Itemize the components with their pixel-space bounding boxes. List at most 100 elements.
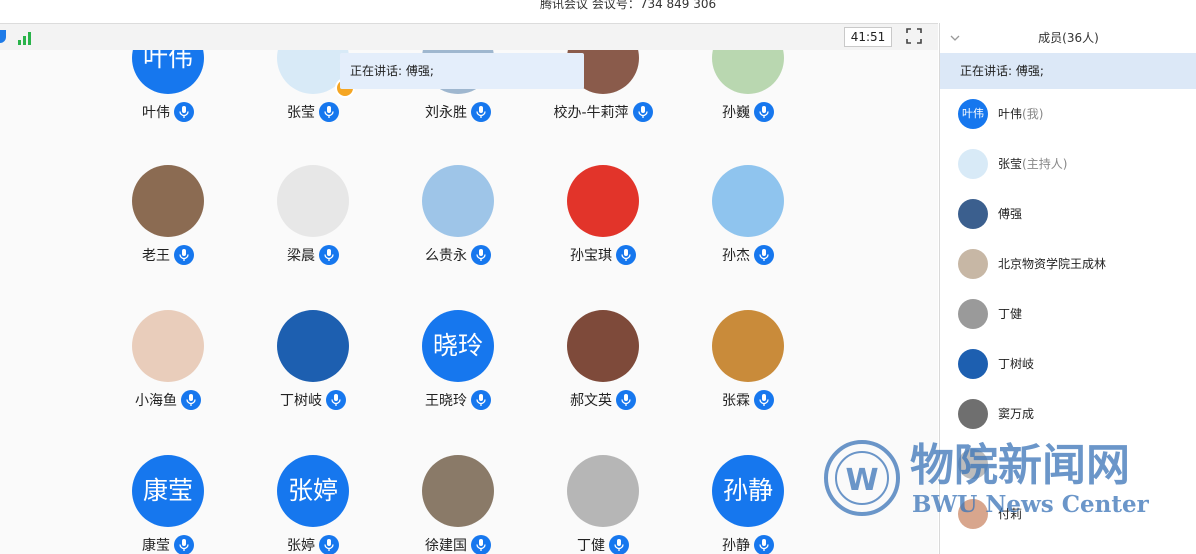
member-avatar [958,399,988,429]
microphone-icon[interactable] [319,245,339,265]
member-name-line: 叶伟(我) [998,89,1043,139]
participant-avatar: 叶伟 [132,50,204,94]
speaking-indicator-bubble: 正在讲话: 傅强; [340,53,584,89]
participant-label: 刘永胜 [388,102,528,122]
microphone-icon[interactable] [319,102,339,122]
member-avatar: 叶伟 [958,99,988,129]
participant-avatar [132,165,204,237]
participant-name: 郝文英 [570,393,612,409]
participant-name: 孙宝琪 [570,248,612,264]
member-name-line: 丁树岐 [998,339,1034,389]
member-avatar [958,449,988,479]
participant-label: 孙巍 [678,102,818,122]
microphone-icon[interactable] [174,102,194,122]
participant-label: 张莹 [243,102,383,122]
participant-avatar [277,165,349,237]
microphone-icon[interactable] [471,535,491,554]
participant-name: 小海鱼 [135,393,177,409]
participant-label: 张婷 [243,535,383,554]
member-row[interactable]: 张莹(主持人) [940,139,1196,189]
microphone-icon[interactable] [471,390,491,410]
member-name: 叶伟 [998,107,1023,121]
member-name-line: 付莉 [998,489,1022,539]
microphone-icon[interactable] [326,390,346,410]
microphone-icon[interactable] [174,535,194,554]
participant-name: 校办-牛莉萍 [553,105,629,121]
microphone-icon[interactable] [754,102,774,122]
shield-icon[interactable] [0,30,6,43]
participant-avatar: 孙静 [712,455,784,527]
participant-label: 徐建国 [388,535,528,554]
participant-label: 老王 [98,245,238,265]
microphone-icon[interactable] [754,390,774,410]
member-name: 北京物资学院王成林 [998,257,1107,271]
member-avatar [958,349,988,379]
microphone-icon[interactable] [471,102,491,122]
video-toolbar: 41:51 [0,23,938,51]
microphone-icon[interactable] [754,245,774,265]
member-avatar [958,299,988,329]
participant-name: 康莹 [142,538,170,554]
meeting-timer: 41:51 [844,27,892,47]
member-avatar [958,499,988,529]
member-name-line: 北京物资学院王成林 [998,239,1106,289]
member-row[interactable]: 叶伟 叶伟(我) [940,89,1196,139]
microphone-icon[interactable] [754,535,774,554]
member-row[interactable]: 傅强 [940,189,1196,239]
participant-avatar: 康莹 [132,455,204,527]
participant-label: 张霖 [678,390,818,410]
participant-name: 张莹 [287,105,315,121]
microphone-icon[interactable] [616,390,636,410]
member-role: (我) [1022,107,1044,121]
member-row[interactable]: 付莉 [940,489,1196,539]
participant-name: 徐建国 [425,538,467,554]
participant-avatar [712,50,784,94]
participant-label: 康莹 [98,535,238,554]
member-panel-header: 成员(36人) [1038,31,1099,45]
participant-avatar [712,165,784,237]
participant-name: 么贵永 [425,248,467,264]
member-name-line: 丁健 [998,289,1022,339]
participant-name: 张霖 [722,393,750,409]
participant-label: 校办-牛莉萍 [533,102,673,122]
member-row[interactable]: 窦万成 [940,389,1196,439]
participant-label: 梁晨 [243,245,383,265]
participant-name: 老王 [142,248,170,264]
member-name-line: 窦万成 [998,389,1034,439]
microphone-icon[interactable] [609,535,629,554]
participant-label: 小海鱼 [98,390,238,410]
participant-label: 丁树岐 [243,390,383,410]
member-name: 丁树岐 [998,357,1035,371]
microphone-icon[interactable] [632,102,653,122]
participant-name: 刘永胜 [425,105,467,121]
participant-avatar [567,165,639,237]
participant-name: 梁晨 [287,248,315,264]
participant-label: 孙杰 [678,245,818,265]
member-name: 傅强 [998,207,1023,221]
participant-avatar [567,310,639,382]
member-row[interactable] [940,439,1196,489]
participant-name: 王晓玲 [425,393,467,409]
member-avatar [958,149,988,179]
microphone-icon[interactable] [616,245,636,265]
participant-avatar [277,310,349,382]
participant-label: 丁健 [533,535,673,554]
network-signal-icon[interactable] [18,29,36,45]
participant-name: 孙杰 [722,248,750,264]
participant-avatar [422,165,494,237]
participant-avatar [567,455,639,527]
member-row[interactable]: 北京物资学院王成林 [940,239,1196,289]
microphone-icon[interactable] [181,390,201,410]
member-name: 付莉 [998,507,1023,521]
microphone-icon[interactable] [471,245,491,265]
participant-grid: 叶伟 叶伟 张莹 刘永胜 校办-牛莉萍 孙巍 老王 梁晨 么贵永 孙宝琪 孙杰 小海鱼 丁树岐 晓玲 王晓玲… [0,50,938,554]
window-titlebar: 腾讯会议 会议号：734 849 306 [0,0,1196,22]
fullscreen-icon[interactable] [906,28,922,44]
microphone-icon[interactable] [174,245,194,265]
participant-name: 孙巍 [722,105,750,121]
participant-name: 叶伟 [142,105,170,121]
member-row[interactable]: 丁树岐 [940,339,1196,389]
microphone-icon[interactable] [319,535,339,554]
member-row[interactable]: 丁健 [940,289,1196,339]
member-name-line: 傅强 [998,189,1022,239]
